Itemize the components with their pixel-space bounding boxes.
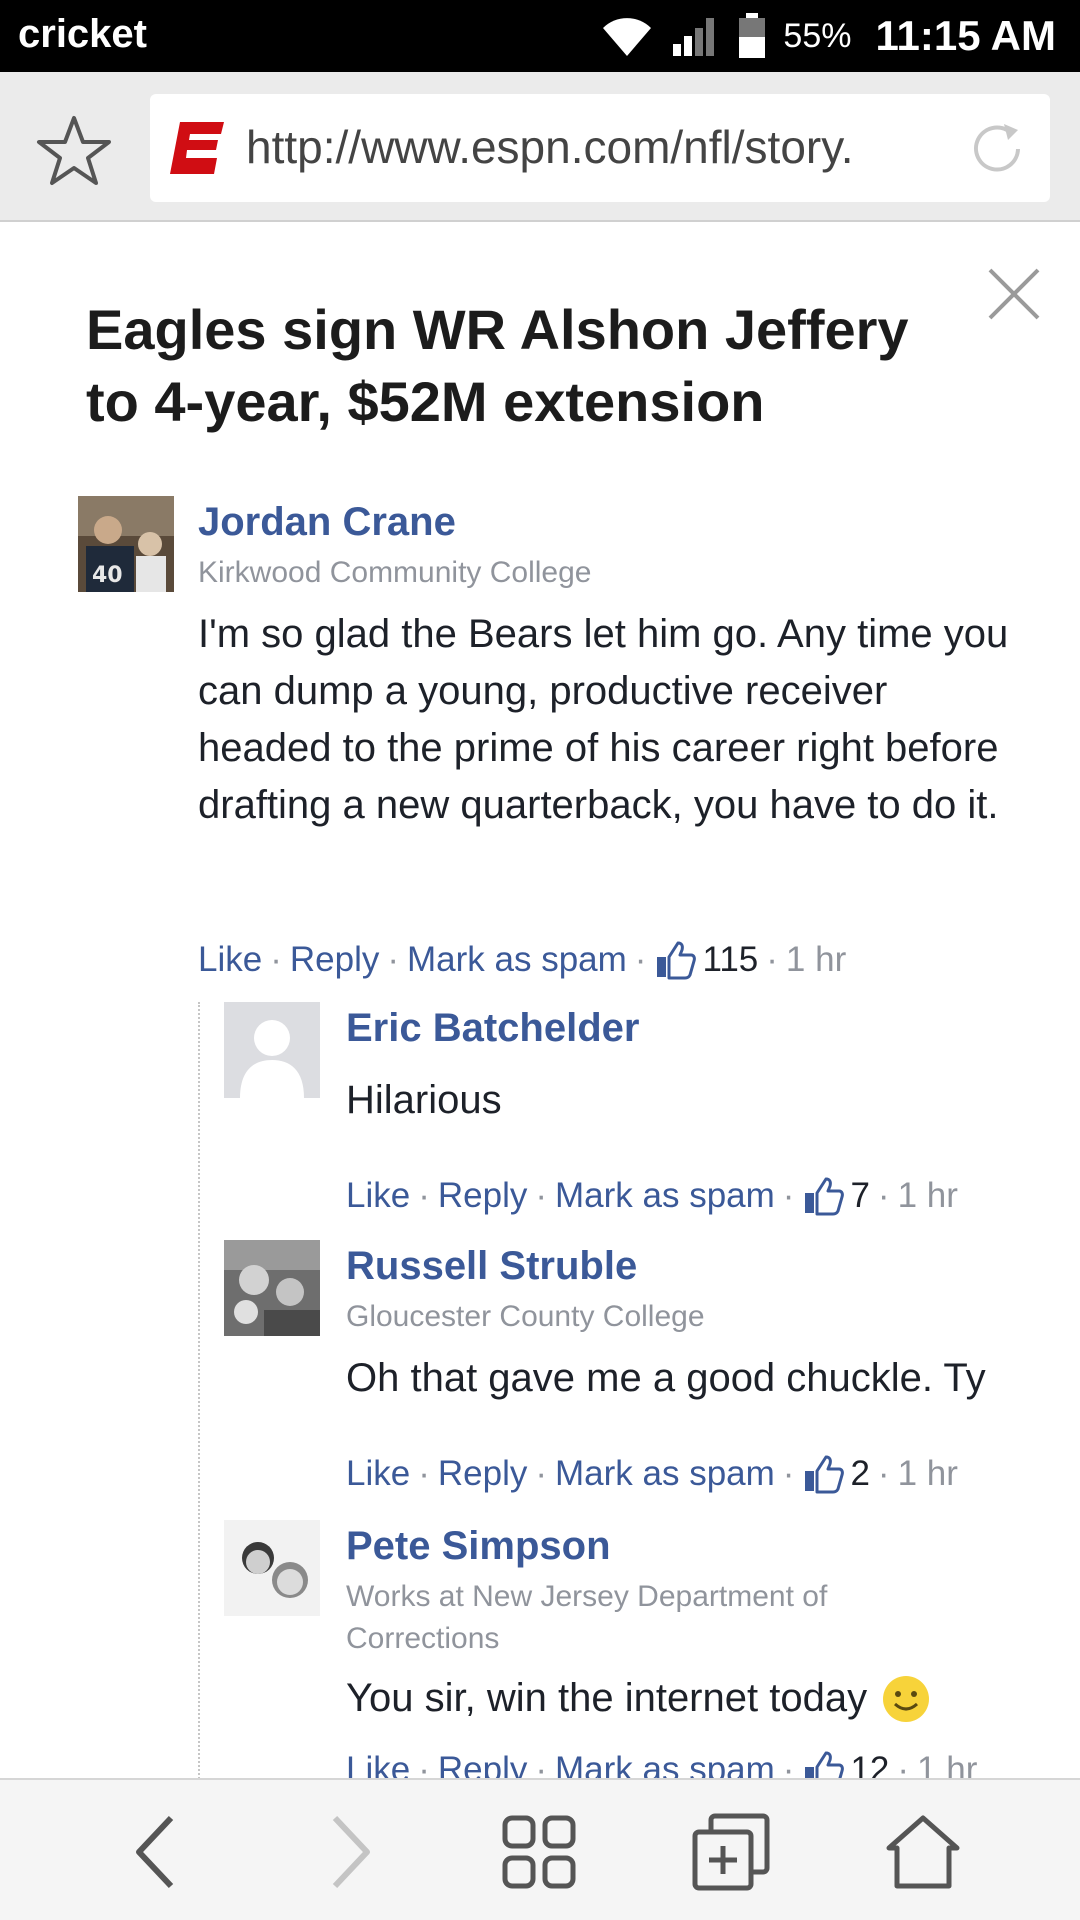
battery-icon [739,13,766,58]
like-link[interactable]: Like [198,940,262,980]
home-button[interactable] [878,1810,968,1894]
mark-spam-link[interactable]: Mark as spam [555,1176,775,1216]
comment-time: 1 hr [897,1454,958,1493]
like-count: 2 [850,1454,870,1493]
forward-button[interactable] [304,1810,394,1894]
thumbs-up-icon [805,1751,845,1778]
browser-bottom-nav [0,1778,1080,1920]
carrier-label: cricket [18,12,147,56]
comment-text: Hilarious [346,1078,502,1122]
url-text: http://www.espn.com/nfl/story. [246,121,854,173]
comment-actions: Like · Reply · Mark as spam · 7 · 1 hr [346,1176,958,1216]
avatar[interactable]: 40 [78,496,174,592]
svg-text:40: 40 [92,563,123,588]
comment-time: 1 hr [785,940,847,979]
commenter-name[interactable]: Pete Simpson [346,1524,611,1569]
like-link[interactable]: Like [346,1454,410,1494]
apps-button[interactable] [494,1810,584,1894]
commenter-affiliation: Gloucester County College [346,1300,705,1333]
comment-text-content: You sir, win the internet today [346,1676,868,1720]
reply-link[interactable]: Reply [290,940,379,980]
like-link[interactable]: Like [346,1176,410,1216]
back-icon [136,1815,174,1889]
comments-panel: Eagles sign WR Alshon Jeffery to 4-year,… [0,224,1080,1778]
forward-icon [332,1815,370,1889]
like-link[interactable]: Like [346,1750,410,1778]
mark-spam-link[interactable]: Mark as spam [555,1750,775,1778]
thumbs-up-icon [657,941,697,980]
star-icon [37,116,111,185]
comment-actions: Like · Reply · Mark as spam · 2 · 1 hr [346,1454,958,1494]
status-bar: cricket 55% 11:15 AM [0,0,1080,72]
mark-spam-link[interactable]: Mark as spam [407,940,627,980]
new-tab-icon [692,1813,770,1891]
new-tab-button[interactable] [686,1810,776,1894]
article-title: Eagles sign WR Alshon Jeffery to 4-year,… [86,298,909,433]
close-icon[interactable] [986,266,1042,322]
browser-toolbar: http://www.espn.com/nfl/story. [0,72,1080,222]
wifi-icon [603,18,652,56]
like-count: 12 [850,1750,890,1778]
back-button[interactable] [112,1810,202,1894]
url-bar[interactable]: http://www.espn.com/nfl/story. [150,94,1050,202]
bookmark-button[interactable] [28,106,120,194]
comment-time: 1 hr [897,1176,958,1215]
reload-icon[interactable] [968,120,1026,178]
clock: 11:15 AM [875,12,1056,59]
commenter-name[interactable]: Eric Batchelder [346,1006,639,1051]
espn-logo-icon [170,122,224,174]
like-count: 115 [702,940,759,979]
comment-text: Oh that gave me a good chuckle. Ty [346,1356,986,1400]
reply-link[interactable]: Reply [438,1176,527,1216]
commenter-name[interactable]: Russell Struble [346,1244,637,1289]
commenter-affiliation: Kirkwood Community College [198,556,592,589]
status-indicators: 55% 11:15 AM [599,10,1056,62]
commenter-name[interactable]: Jordan Crane [198,500,456,545]
avatar[interactable] [224,1240,320,1336]
replies-divider [198,1002,200,1778]
mark-spam-link[interactable]: Mark as spam [555,1454,775,1494]
avatar[interactable] [224,1520,320,1616]
battery-percent: 55% [783,16,852,55]
commenter-affiliation: Works at New Jersey Department of Correc… [346,1580,828,1655]
comment-actions: Like · Reply · Mark as spam · 115 · 1 hr [198,940,847,980]
comment-actions: Like · Reply · Mark as spam · 12 · 1 hr [346,1750,977,1778]
comment-time: 1 hr [917,1750,978,1778]
comment-text: You sir, win the internet today [346,1670,1066,1727]
reply-link[interactable]: Reply [438,1454,527,1494]
thumbs-up-icon [805,1455,845,1494]
avatar[interactable] [224,1002,320,1098]
thumbs-up-icon [805,1177,845,1216]
comment-text: I'm so glad the Bears let him go. Any ti… [198,612,1009,827]
reply-link[interactable]: Reply [438,1750,527,1778]
home-icon [886,1815,960,1889]
apps-icon [502,1815,576,1889]
signal-icon [673,18,715,56]
smiley-emoji-icon [883,1675,930,1722]
like-count: 7 [850,1176,870,1215]
